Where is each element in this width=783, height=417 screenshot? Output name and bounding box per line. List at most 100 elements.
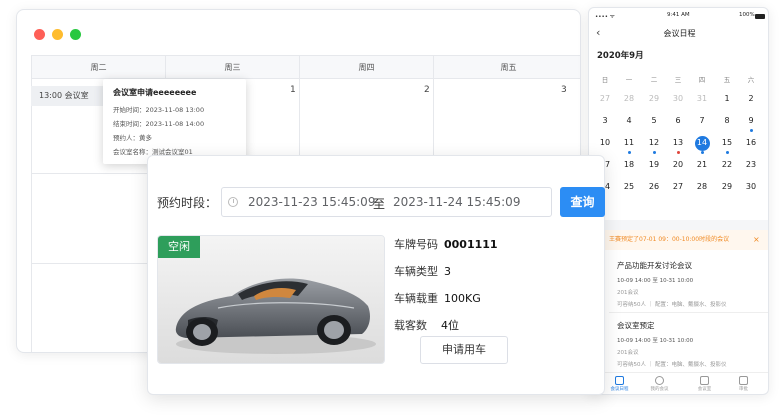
window-minimize-icon[interactable] (52, 29, 63, 40)
plate-value: 0001111 (444, 238, 498, 251)
calendar-day[interactable]: 27 (666, 179, 690, 195)
calendar-event[interactable]: 13:00 会议室 (31, 86, 109, 106)
window-maximize-icon[interactable] (70, 29, 81, 40)
plate-field: 车牌号码 0001111 (394, 236, 498, 252)
event-dot (676, 151, 680, 154)
event-dot (652, 151, 656, 154)
calendar-day[interactable]: 26 (642, 179, 666, 195)
calendar-day[interactable]: 22 (715, 157, 739, 173)
calendar-day[interactable]: 23 (739, 157, 763, 173)
status-badge: 空闲 (158, 236, 200, 258)
meeting-title: 产品功能开发讨论会议 (617, 261, 692, 270)
tab-approval[interactable]: 审批 (721, 376, 766, 392)
notice-banner: 王赛预定了07-01 09：00-10:00时段的会议 (589, 230, 768, 250)
meeting-time: 10-09 14:00 至 10-31 10:00 (617, 338, 694, 344)
meeting-meta: 可容纳50人 ｜ 配置：电脑、戴摄水、投影仪 (617, 302, 727, 308)
meeting-room: 201会议 (617, 290, 639, 296)
calendar-day[interactable]: 30 (739, 179, 763, 195)
calendar-day[interactable]: 4 (617, 113, 641, 129)
load-field: 车辆载重 100KG (394, 290, 481, 306)
window-close-icon[interactable] (34, 29, 45, 40)
calendar-day[interactable]: 9 (739, 113, 763, 129)
page-title: 会议日程 (663, 29, 696, 38)
signal-icon: •••• ᯤ (595, 14, 615, 20)
meeting-item[interactable]: 会议室预定 10-09 14:00 至 10-31 10:00 201会议 可容… (617, 320, 767, 368)
calendar-day[interactable]: 8 (715, 113, 739, 129)
event-dot (700, 151, 704, 154)
weekday-label: 二 (650, 76, 658, 84)
day-number: 3 (561, 85, 567, 95)
close-icon[interactable]: × (753, 230, 760, 250)
calendar-day[interactable]: 15 (715, 135, 739, 151)
calendar-day[interactable]: 20 (666, 157, 690, 173)
calendar-day[interactable]: 13 (666, 135, 690, 151)
calendar-icon (615, 376, 624, 385)
weekday-label: 日 (601, 76, 609, 84)
calendar-day[interactable]: 3 (593, 113, 617, 129)
type-value: 3 (444, 265, 451, 278)
weekday-tue: 周二 (32, 56, 166, 79)
range-separator: 至 (373, 197, 386, 211)
meeting-item[interactable]: 产品功能开发讨论会议 10-09 14:00 至 10-31 10:00 201… (617, 260, 767, 308)
status-time: 9:41 AM (667, 12, 690, 18)
meeting-title: 会议室预定 (617, 321, 655, 330)
calendar-day-selected[interactable]: 14 (690, 135, 714, 151)
mobile-schedule-panel: •••• ᯤ 9:41 AM 100% ‹ 会议日程 2020年9月 日一二三四… (588, 7, 769, 395)
weekday-label: 六 (747, 76, 755, 84)
calendar-day[interactable]: 28 (617, 91, 641, 107)
calendar-day[interactable]: 29 (642, 91, 666, 107)
weekday-wed: 周三 (166, 56, 300, 79)
battery-label: 100% (739, 12, 755, 18)
tab-label: 我的会议 (650, 387, 669, 392)
type-label: 车辆类型 (394, 265, 438, 278)
calendar-day[interactable]: 18 (617, 157, 641, 173)
calendar-day[interactable]: 30 (666, 91, 690, 107)
plate-label: 车牌号码 (394, 238, 438, 251)
calendar-day[interactable]: 10 (593, 135, 617, 151)
calendar-day[interactable]: 25 (617, 179, 641, 195)
calendar-day[interactable]: 2 (739, 91, 763, 107)
tooltip-start: 开始时间：2023-11-08 13:00 (113, 106, 205, 114)
tab-label: 审批 (739, 387, 748, 392)
day-number: 1 (290, 85, 296, 95)
tab-my-meetings[interactable]: 我的会议 (637, 376, 682, 392)
calendar-day[interactable]: 27 (593, 91, 617, 107)
weekday-label: 一 (625, 76, 633, 84)
query-button[interactable]: 查询 (560, 187, 605, 217)
vehicle-image-card[interactable]: 空闲 (157, 235, 385, 364)
calendar-day[interactable]: 16 (739, 135, 763, 151)
type-field: 车辆类型 3 (394, 263, 451, 279)
calendar-day[interactable]: 19 (642, 157, 666, 173)
calendar-day[interactable]: 6 (666, 113, 690, 129)
apply-vehicle-button[interactable]: 申请用车 (420, 336, 508, 364)
load-value: 100KG (444, 292, 481, 305)
user-icon (655, 376, 664, 385)
tooltip-end: 结束时间：2023-11-08 14:00 (113, 120, 205, 128)
range-start[interactable]: 2023-11-23 15:45:09 (248, 195, 375, 209)
event-tooltip: 会议室申请eeeeeeee 开始时间：2023-11-08 13:00 结束时间… (103, 79, 246, 164)
weekday-label: 三 (674, 76, 682, 84)
calendar-day[interactable]: 1 (715, 91, 739, 107)
meeting-time: 10-09 14:00 至 10-31 10:00 (617, 278, 694, 284)
calendar-day[interactable]: 7 (690, 113, 714, 129)
event-dot (627, 151, 631, 154)
battery-icon (755, 14, 765, 19)
booking-time-label: 预约时段： (157, 196, 218, 210)
calendar-day[interactable]: 12 (642, 135, 666, 151)
tooltip-booker: 预约人：黄多 (113, 134, 152, 142)
range-end[interactable]: 2023-11-24 15:45:09 (393, 195, 520, 209)
weekday-label: 五 (723, 76, 731, 84)
calendar-day[interactable]: 31 (690, 91, 714, 107)
weekday-thu: 周四 (300, 56, 434, 79)
monitor-icon (700, 376, 709, 385)
calendar-day[interactable]: 11 (617, 135, 641, 151)
calendar-day[interactable]: 28 (690, 179, 714, 195)
event-dot (749, 129, 753, 132)
calendar-day[interactable]: 5 (642, 113, 666, 129)
day-number: 2 (424, 85, 430, 95)
seats-label: 载客数 (394, 319, 427, 332)
calendar-day[interactable]: 21 (690, 157, 714, 173)
load-label: 车辆载重 (394, 292, 438, 305)
date-range-picker[interactable]: 2023-11-23 15:45:09 至 2023-11-24 15:45:0… (221, 187, 552, 217)
calendar-day[interactable]: 29 (715, 179, 739, 195)
